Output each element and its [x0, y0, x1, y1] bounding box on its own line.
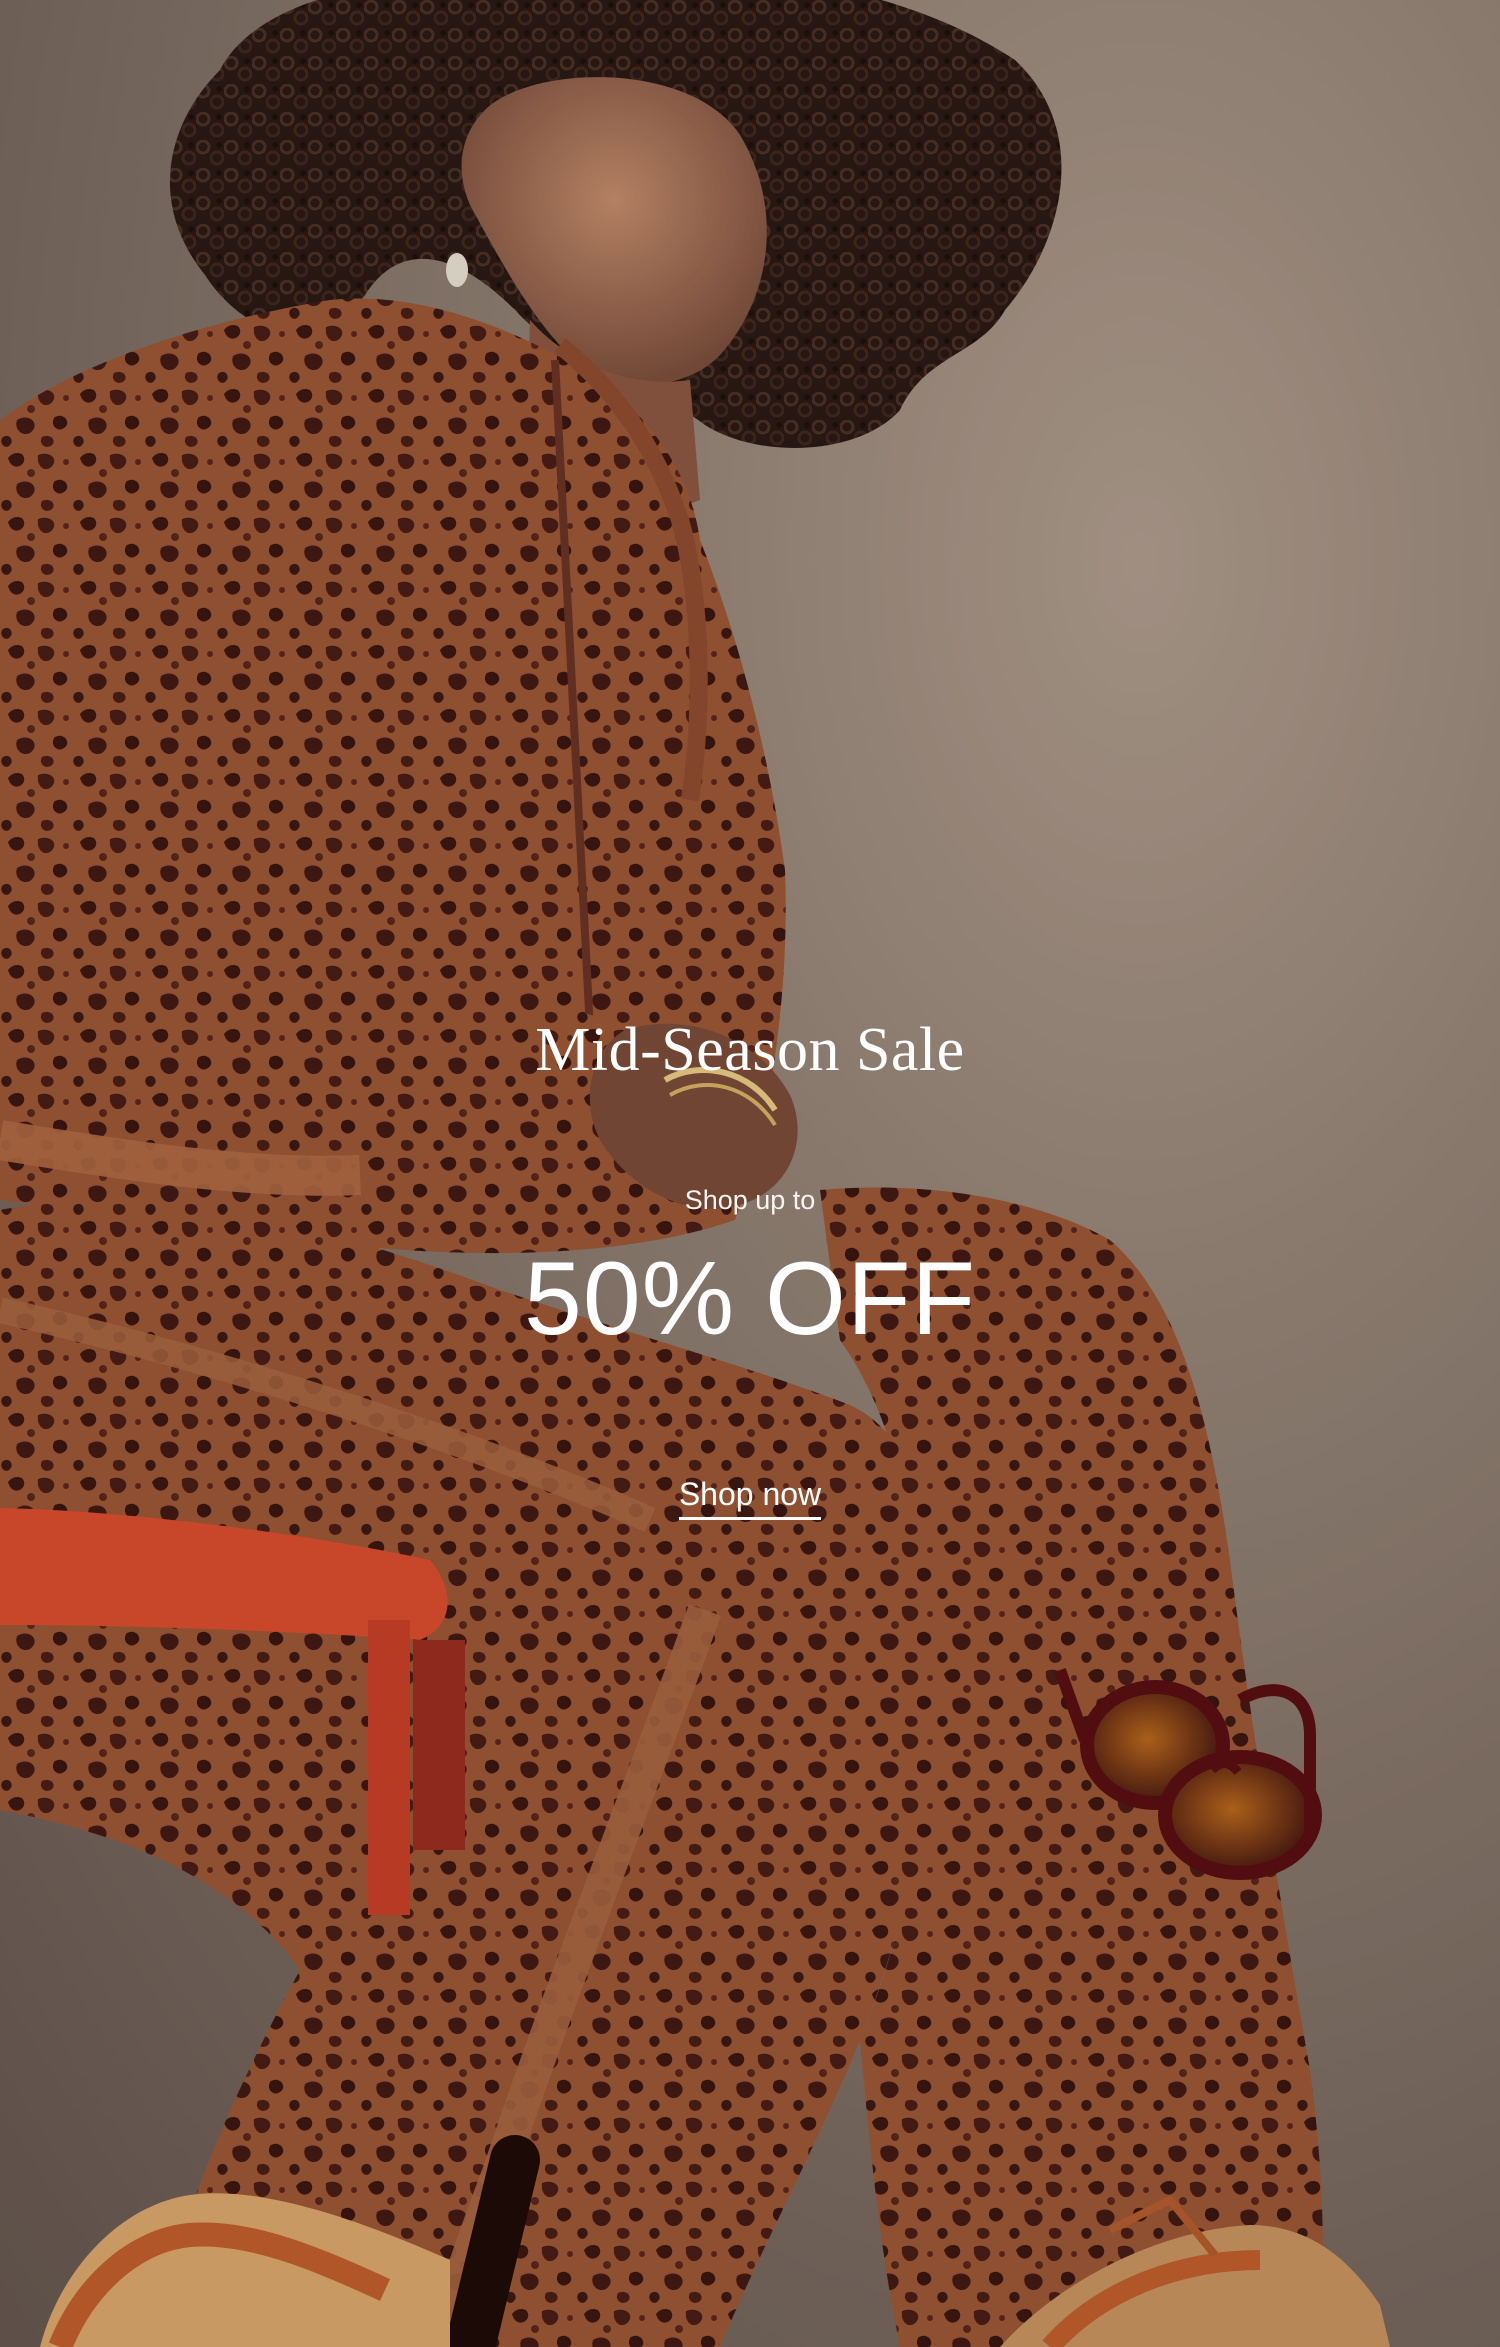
sale-title: Mid-Season Sale [535, 1016, 965, 1084]
shop-now-link[interactable]: Shop now [678, 1473, 822, 1520]
cta-container: Shop now [0, 1473, 1500, 1520]
discount-subtitle: Shop up to [684, 1185, 816, 1215]
sunglasses-graphic [1054, 1667, 1322, 1880]
discount-value: 50% OFF [524, 1241, 976, 1357]
promo-content: Mid-Season Sale Shop up to 50% OFF Shop … [0, 1015, 1500, 1520]
hero-banner: Mid-Season Sale Shop up to 50% OFF Shop … [0, 0, 1500, 2347]
